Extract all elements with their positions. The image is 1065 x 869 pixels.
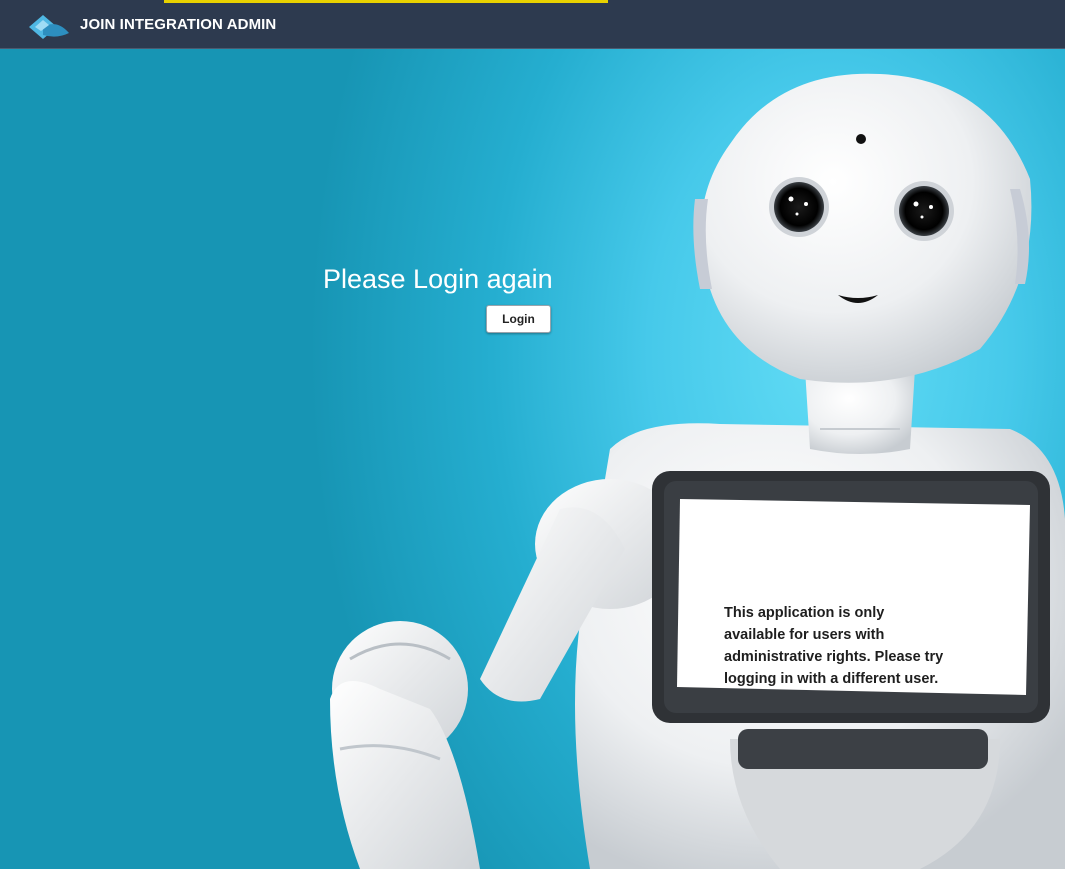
app-title: JOIN INTEGRATION ADMIN xyxy=(80,16,277,33)
login-stage: Please Login again Login This applicatio… xyxy=(0,49,1065,869)
loading-progress-strip xyxy=(164,0,608,3)
join-logo-icon xyxy=(29,15,69,39)
robot-illustration xyxy=(330,73,1065,869)
top-app-bar: JOIN INTEGRATION ADMIN xyxy=(0,0,1065,49)
login-button[interactable]: Login xyxy=(486,305,551,333)
login-again-title: Please Login again xyxy=(323,264,553,294)
admin-rights-message: This application is only available for u… xyxy=(724,605,944,687)
